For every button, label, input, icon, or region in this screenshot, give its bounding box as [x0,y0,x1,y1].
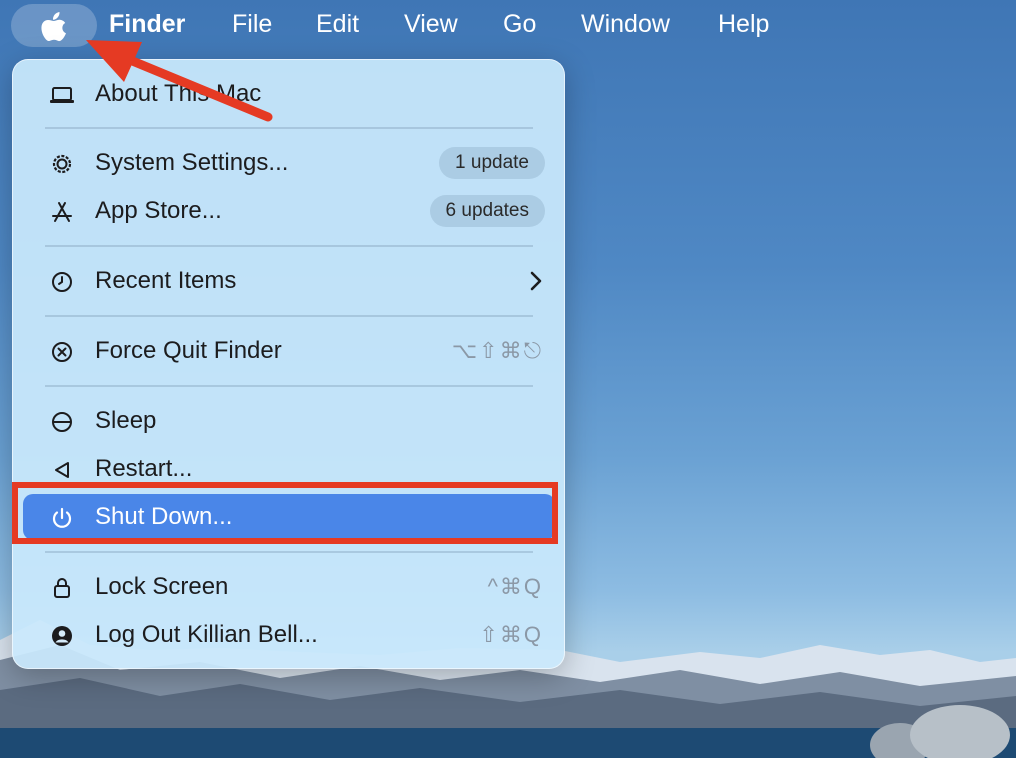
keyboard-shortcut: ⌥⇧⌘⎋ [451,338,543,363]
menu-item-log-out[interactable]: Log Out Killian Bell... ⇧⌘Q [23,612,555,658]
keyboard-shortcut: ^⌘Q [487,574,543,599]
gear-icon [49,151,75,177]
log-out-label: Log Out Killian Bell... [95,621,318,648]
keyboard-shortcut: ⇧⌘Q [479,622,543,647]
about-label: About This Mac [95,80,262,107]
lock-icon [49,575,75,601]
menu-go[interactable]: Go [503,9,536,39]
menu-finder[interactable]: Finder [109,9,185,39]
menu-item-about-this-mac[interactable]: About This Mac [23,71,555,117]
apple-dropdown-menu: About This Mac System Settings... 1 upda… [12,59,565,669]
menu-item-system-settings[interactable]: System Settings... 1 update [23,140,555,186]
restart-icon [49,457,75,483]
menu-separator [45,127,533,129]
recent-items-label: Recent Items [95,267,237,294]
lock-screen-label: Lock Screen [95,573,229,600]
update-badge: 6 updates [429,195,545,227]
user-circle-icon [49,623,75,649]
menu-file[interactable]: File [232,9,272,39]
desktop: Finder File Edit View Go Window Help Abo… [0,0,1016,758]
menu-item-recent-items[interactable]: Recent Items [23,258,555,304]
menu-window[interactable]: Window [581,9,670,39]
apple-menu-button[interactable] [11,4,97,47]
annotation-highlight-box [12,482,558,544]
menu-separator [45,315,533,317]
sleep-label: Sleep [95,407,157,434]
menu-item-force-quit[interactable]: Force Quit Finder ⌥⇧⌘⎋ [23,328,555,374]
apple-logo-icon [41,11,66,41]
x-circle-icon [49,339,75,365]
menu-edit[interactable]: Edit [316,9,359,39]
menu-bar: Finder File Edit View Go Window Help [0,0,1016,50]
menu-item-app-store[interactable]: App Store... 6 updates [23,188,555,234]
force-quit-label: Force Quit Finder [95,337,282,364]
menu-help[interactable]: Help [718,9,769,39]
app-store-label: App Store... [95,197,222,224]
sleep-icon [49,409,75,435]
menu-item-sleep[interactable]: Sleep [23,398,555,444]
menu-separator [45,551,533,553]
update-badge: 1 update [439,147,545,179]
laptop-icon [49,82,75,108]
chevron-right-icon [529,270,543,299]
menu-separator [45,245,533,247]
menu-view[interactable]: View [404,9,458,39]
menu-separator [45,385,533,387]
system-settings-label: System Settings... [95,149,289,176]
clock-icon [49,269,75,295]
menu-item-lock-screen[interactable]: Lock Screen ^⌘Q [23,564,555,610]
app-store-icon [49,199,75,225]
